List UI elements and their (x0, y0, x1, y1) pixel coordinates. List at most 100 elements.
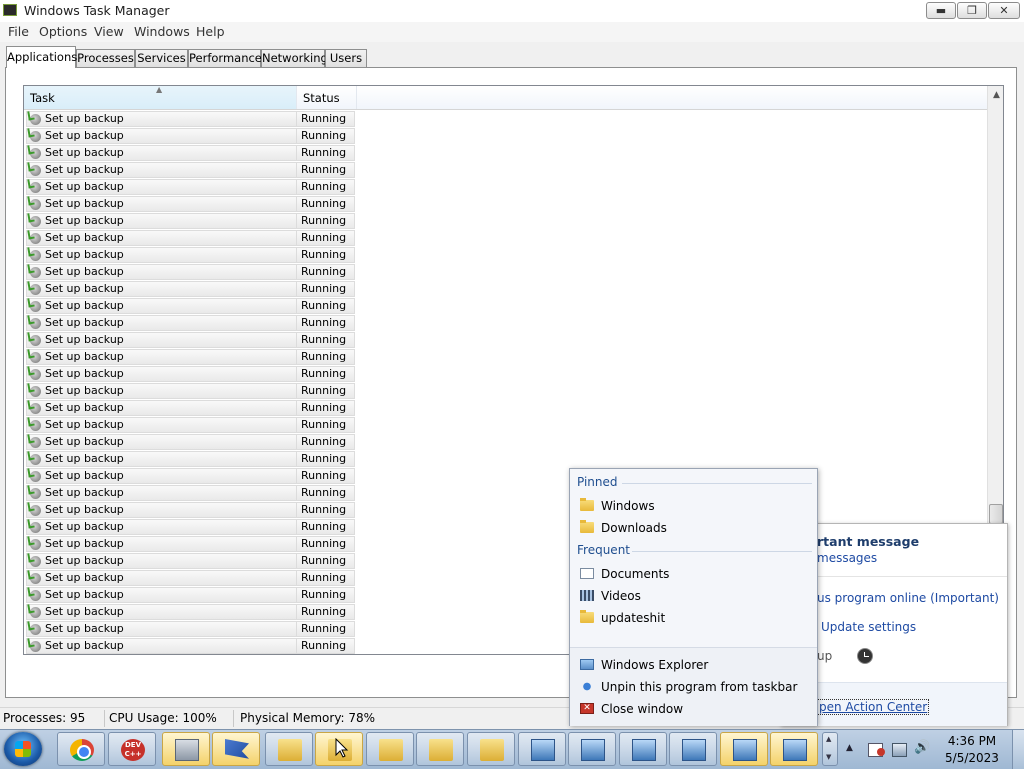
column-header-status[interactable]: Status (297, 86, 357, 109)
show-desktop-button[interactable] (1012, 730, 1024, 769)
task-status-cell: Running (297, 485, 355, 501)
task-name-cell: Set up backup (26, 638, 297, 654)
taskbar-explorer-4[interactable] (416, 732, 464, 766)
chrome-icon (70, 739, 94, 761)
table-row[interactable]: Set up backup Running (26, 553, 356, 570)
jumplist-close-window[interactable]: ✕ Close window (578, 699, 810, 719)
taskbar-disk-utility[interactable] (162, 732, 210, 766)
table-row[interactable]: Set up backup Running (26, 298, 356, 315)
table-row[interactable]: Set up backup Running (26, 434, 356, 451)
taskbar-devcpp[interactable]: DEV C++ (108, 732, 156, 766)
table-row[interactable]: Set up backup Running (26, 315, 356, 332)
taskbar-computer-2[interactable] (568, 732, 616, 766)
table-row[interactable]: Set up backup Running (26, 502, 356, 519)
clock-date[interactable]: 5/5/2023 (940, 751, 1004, 765)
table-row[interactable]: Set up backup Running (26, 587, 356, 604)
table-row[interactable]: Set up backup Running (26, 366, 356, 383)
task-status-cell: Running (297, 332, 355, 348)
taskbar-flag-app[interactable] (212, 732, 260, 766)
scrollbar-thumb[interactable] (989, 504, 1003, 524)
table-row[interactable]: Set up backup Running (26, 451, 356, 468)
table-row[interactable]: Set up backup Running (26, 570, 356, 587)
action-update-settings-link[interactable]: Update settings (821, 620, 916, 634)
task-name-cell: Set up backup (26, 281, 297, 297)
taskbar-explorer-1[interactable] (265, 732, 313, 766)
folder-icon (580, 610, 594, 623)
table-row[interactable]: Set up backup Running (26, 247, 356, 264)
jumplist-item-label: updateshit (601, 611, 666, 625)
task-name-cell: Set up backup (26, 315, 297, 331)
table-row[interactable]: Set up backup Running (26, 604, 356, 621)
table-row[interactable]: Set up backup Running (26, 264, 356, 281)
action-antivirus-link[interactable]: us program online (Important) (817, 591, 999, 605)
show-hidden-icons-icon[interactable]: ▲ (846, 743, 859, 755)
tab-networking[interactable]: Networking (261, 49, 328, 67)
table-row[interactable]: Set up backup Running (26, 519, 356, 536)
table-row[interactable]: Set up backup Running (26, 281, 356, 298)
action-view-messages-link[interactable]: messages (817, 551, 877, 565)
menu-view[interactable]: View (94, 24, 124, 39)
taskbar-computer-6[interactable] (770, 732, 818, 766)
table-row[interactable]: Set up backup Running (26, 213, 356, 230)
table-row[interactable]: Set up backup Running (26, 111, 356, 128)
table-row[interactable]: Set up backup Running (26, 349, 356, 366)
taskbar-computer-4[interactable] (669, 732, 717, 766)
monitor-icon (632, 739, 656, 761)
table-row[interactable]: Set up backup Running (26, 196, 356, 213)
backup-icon (30, 267, 41, 278)
tab-performance[interactable]: Performance (188, 49, 262, 67)
scroll-up-icon[interactable]: ▲ (988, 90, 1003, 100)
minimize-button[interactable]: ▬ (926, 2, 956, 19)
jumplist-windows-explorer[interactable]: Windows Explorer (578, 655, 810, 675)
table-row[interactable]: Set up backup Running (26, 485, 356, 502)
task-name-cell: Set up backup (26, 451, 297, 467)
jumplist-unpin[interactable]: Unpin this program from taskbar (578, 677, 810, 697)
menu-file[interactable]: File (8, 24, 29, 39)
menu-windows[interactable]: Windows (134, 24, 190, 39)
clock-time[interactable]: 4:36 PM (940, 734, 1004, 748)
column-header-task[interactable]: Task ▲ (24, 86, 297, 109)
table-row[interactable]: Set up backup Running (26, 162, 356, 179)
table-row[interactable]: Set up backup Running (26, 536, 356, 553)
table-row[interactable]: Set up backup Running (26, 383, 356, 400)
taskbar-explorer-5[interactable] (467, 732, 515, 766)
backup-icon (30, 539, 41, 550)
jumplist-item-videos[interactable]: Videos (578, 586, 810, 606)
table-row[interactable]: Set up backup Running (26, 468, 356, 485)
table-row[interactable]: Set up backup Running (26, 145, 356, 162)
menu-help[interactable]: Help (196, 24, 225, 39)
taskbar-computer-1[interactable] (518, 732, 566, 766)
table-row[interactable]: Set up backup Running (26, 179, 356, 196)
taskbar-computer-3[interactable] (619, 732, 667, 766)
table-row[interactable]: Set up backup Running (26, 417, 356, 434)
task-name: Set up backup (45, 163, 124, 176)
tab-services[interactable]: Services (135, 49, 188, 67)
start-button[interactable] (4, 732, 42, 766)
network-icon[interactable] (892, 743, 907, 757)
table-row[interactable]: Set up backup Running (26, 638, 356, 654)
taskbar-computer-5[interactable] (720, 732, 768, 766)
jumplist-item-documents[interactable]: Documents (578, 564, 810, 584)
table-row[interactable]: Set up backup Running (26, 400, 356, 417)
tab-applications[interactable]: Applications (6, 46, 77, 68)
jumplist-item-windows[interactable]: Windows (578, 496, 810, 516)
menu-options[interactable]: Options (39, 24, 87, 39)
tab-processes[interactable]: Processes (76, 49, 135, 67)
task-name: Set up backup (45, 180, 124, 193)
restore-button[interactable]: ❐ (957, 2, 987, 19)
backup-icon (30, 556, 41, 567)
task-name-cell: Set up backup (26, 400, 297, 416)
close-button[interactable]: ✕ (988, 2, 1020, 19)
taskbar-chrome[interactable] (57, 732, 105, 766)
table-row[interactable]: Set up backup Running (26, 332, 356, 349)
table-row[interactable]: Set up backup Running (26, 621, 356, 638)
taskbar-scroll-button[interactable]: ▲ ▼ (822, 732, 838, 766)
jumplist-item-downloads[interactable]: Downloads (578, 518, 810, 538)
volume-icon[interactable]: 🔊 (914, 740, 930, 755)
jumplist-item-updateshit[interactable]: updateshit (578, 608, 810, 628)
table-row[interactable]: Set up backup Running (26, 128, 356, 145)
open-action-center-link[interactable]: pen Action Center (817, 699, 930, 715)
taskbar-explorer-3[interactable] (366, 732, 414, 766)
tab-users[interactable]: Users (325, 49, 367, 67)
table-row[interactable]: Set up backup Running (26, 230, 356, 247)
